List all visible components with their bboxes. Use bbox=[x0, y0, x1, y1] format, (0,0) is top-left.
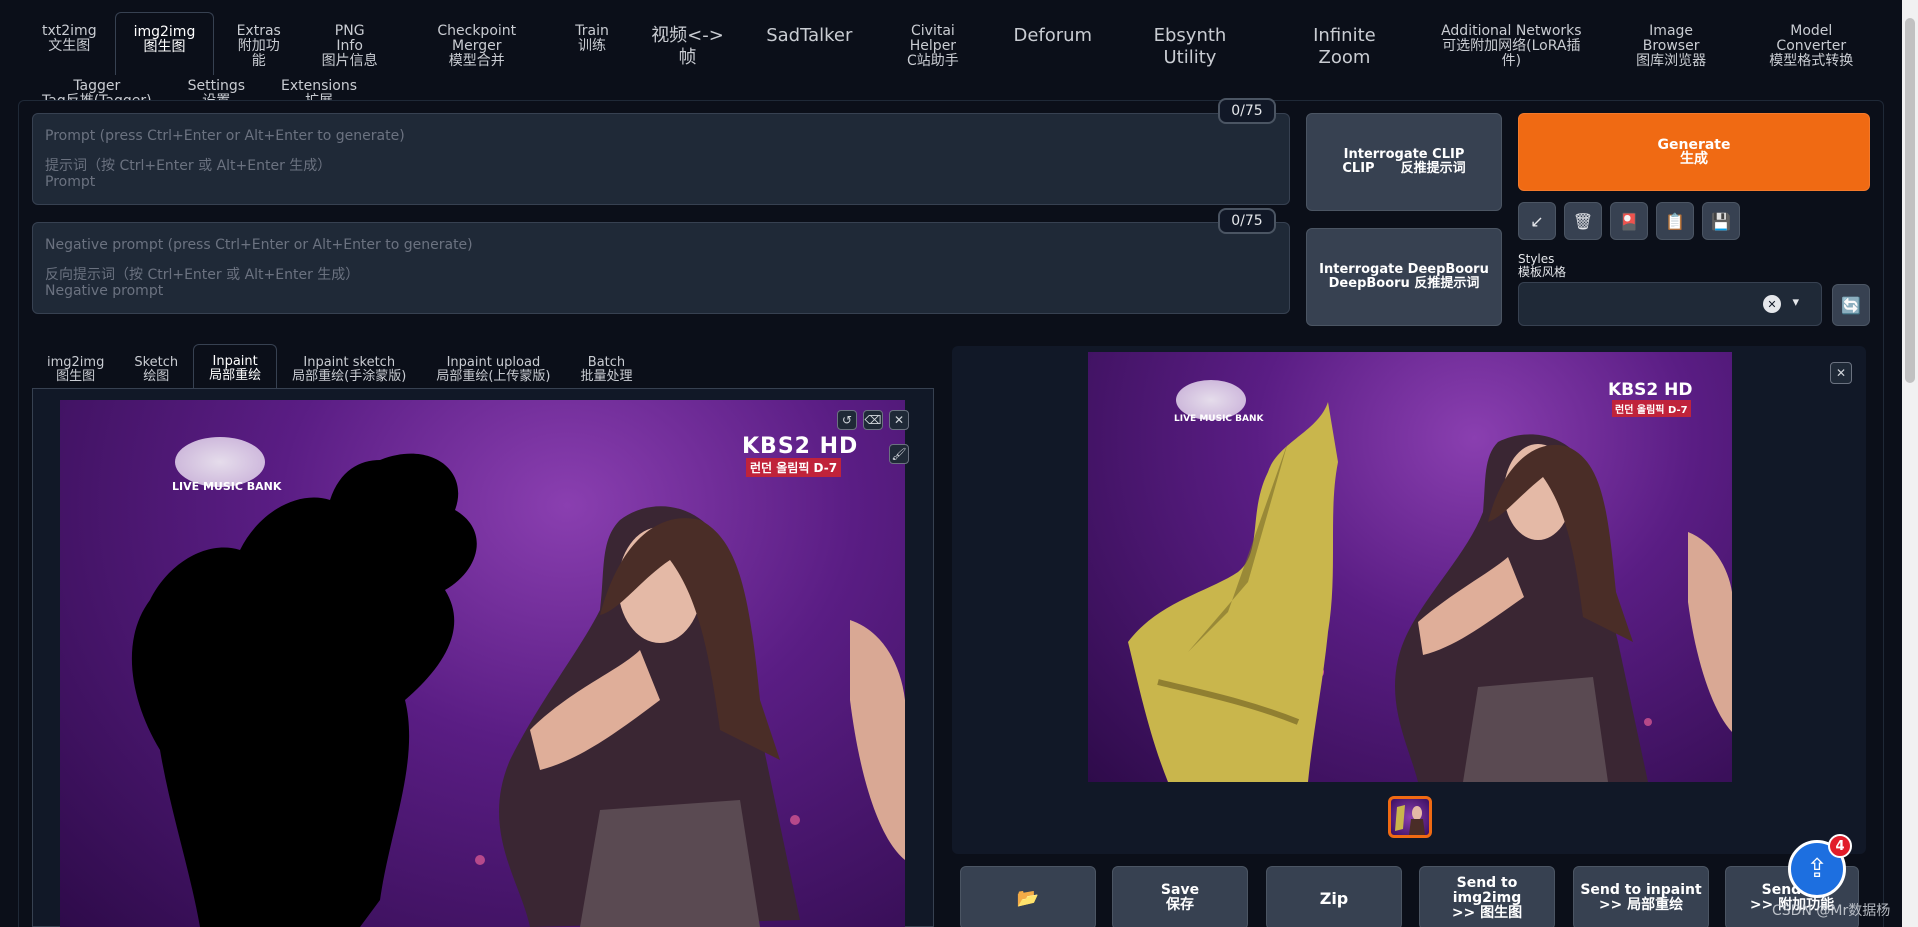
negative-prompt-token-counter: 0/75 bbox=[1218, 208, 1276, 234]
tab-additional-networks[interactable]: Additional Networks 可选附加网络(LoRA插件) bbox=[1419, 12, 1604, 75]
tab-model-converter[interactable]: Model Converter 模型格式转换 bbox=[1739, 12, 1884, 75]
output-olympic-banner: 런던 올림픽 D-7 bbox=[1612, 400, 1691, 417]
save-icon[interactable]: 💾 bbox=[1702, 202, 1740, 240]
clear-icon[interactable]: ✕ bbox=[1763, 295, 1781, 313]
open-folder-button[interactable]: 📂 bbox=[960, 866, 1096, 927]
negative-prompt-placeholder-cn: 反向提示词（按 Ctrl+Enter 或 Alt+Enter 生成） Negat… bbox=[45, 267, 360, 299]
styles-label: Styles 模板风格 bbox=[1518, 252, 1567, 279]
close-gallery-icon[interactable]: ✕ bbox=[1830, 362, 1852, 384]
negative-prompt-placeholder: Negative prompt (press Ctrl+Enter or Alt… bbox=[45, 237, 473, 253]
send-to-inpaint-button[interactable]: Send to inpaint >> 局部重绘 bbox=[1573, 866, 1709, 927]
tab-deforum[interactable]: Deforum bbox=[995, 12, 1110, 75]
brush-icon[interactable]: 🖌 bbox=[889, 444, 909, 464]
interrogate-deepbooru-button[interactable]: Interrogate DeepBooru DeepBooru 反推提示词 bbox=[1306, 228, 1502, 326]
output-thumbnail[interactable] bbox=[1388, 796, 1432, 838]
clipboard-icon[interactable]: 📋 bbox=[1656, 202, 1694, 240]
prompt-placeholder-cn: 提示词（按 Ctrl+Enter 或 Alt+Enter 生成） Prompt bbox=[45, 158, 332, 190]
save-button[interactable]: Save 保存 bbox=[1112, 866, 1248, 927]
tab-png-info[interactable]: PNG Info 图片信息 bbox=[303, 12, 396, 75]
tab-image-browser[interactable]: Image Browser 图库浏览器 bbox=[1604, 12, 1739, 75]
tab-infinite-zoom[interactable]: Infinite Zoom bbox=[1270, 12, 1419, 75]
tab-ebsynth-utility[interactable]: Ebsynth Utility bbox=[1110, 12, 1270, 75]
negative-prompt-input[interactable]: Negative prompt (press Ctrl+Enter or Alt… bbox=[32, 222, 1290, 314]
scrollbar-thumb[interactable] bbox=[1905, 18, 1915, 383]
close-icon[interactable]: ✕ bbox=[889, 410, 909, 430]
red-card-icon[interactable]: 🎴 bbox=[1610, 202, 1648, 240]
prompt-input[interactable]: Prompt (press Ctrl+Enter or Alt+Enter to… bbox=[32, 113, 1290, 205]
notification-badge: 4 bbox=[1828, 834, 1852, 858]
trash-icon[interactable]: 🗑 bbox=[1564, 202, 1602, 240]
arrow-icon[interactable]: ↙ bbox=[1518, 202, 1556, 240]
output-music-bank-text: LIVE MUSIC BANK bbox=[1174, 414, 1264, 424]
subtab-inpaint-upload[interactable]: Inpaint upload 局部重绘(上传蒙版) bbox=[421, 344, 565, 388]
prompt-placeholder: Prompt (press Ctrl+Enter or Alt+Enter to… bbox=[45, 128, 405, 144]
output-kbs-logo-text: KBS2 HD bbox=[1608, 380, 1693, 400]
kbs-logo-text: KBS2 HD bbox=[742, 434, 859, 459]
refresh-icon[interactable]: 🔄 bbox=[1832, 284, 1870, 326]
tab-civitai-helper[interactable]: Civitai Helper C站助手 bbox=[870, 12, 995, 75]
output-image[interactable]: LIVE MUSIC BANK KBS2 HD 런던 올림픽 D-7 bbox=[1088, 352, 1732, 782]
olympic-banner: 런던 올림픽 D-7 bbox=[746, 458, 842, 477]
music-bank-text: LIVE MUSIC BANK bbox=[172, 480, 282, 493]
thumbnail-scene bbox=[1395, 805, 1425, 835]
tab-sadtalker[interactable]: SadTalker bbox=[748, 12, 870, 75]
tab-extras[interactable]: Extras 附加功能 bbox=[214, 12, 303, 75]
tab-txt2img[interactable]: txt2img 文生图 bbox=[24, 12, 115, 75]
watermark: CSDN @Mr数据杨 bbox=[1772, 903, 1891, 919]
inpaint-canvas[interactable]: LIVE MUSIC BANK KBS2 HD 런던 올림픽 D-7 bbox=[60, 400, 905, 927]
eraser-icon[interactable]: ⌫ bbox=[863, 410, 883, 430]
tab-checkpoint-merger[interactable]: Checkpoint Merger 模型合并 bbox=[396, 12, 557, 75]
scrollbar-track[interactable] bbox=[1902, 0, 1918, 927]
chevron-down-icon: ▾ bbox=[1792, 295, 1799, 310]
subtab-sketch[interactable]: Sketch 绘图 bbox=[119, 344, 193, 388]
tab-video-frames[interactable]: 视频<->帧 bbox=[627, 12, 748, 75]
tab-train[interactable]: Train 训练 bbox=[557, 12, 627, 75]
tab-img2img[interactable]: img2img 图生图 bbox=[114, 12, 215, 75]
tab-row-1: txt2img 文生图 img2img 图生图 Extras 附加功能 PNG … bbox=[24, 12, 1884, 75]
inpaint-subtabs: img2img 图生图 Sketch 绘图 Inpaint 局部重绘 Inpai… bbox=[32, 344, 647, 388]
subtab-img2img[interactable]: img2img 图生图 bbox=[32, 344, 119, 388]
prompt-token-counter: 0/75 bbox=[1218, 98, 1276, 124]
zip-button[interactable]: Zip bbox=[1266, 866, 1402, 927]
undo-icon[interactable]: ↺ bbox=[837, 410, 857, 430]
styles-dropdown[interactable]: ✕ ▾ bbox=[1518, 282, 1822, 326]
generate-button[interactable]: Generate 生成 bbox=[1518, 113, 1870, 191]
interrogate-clip-button[interactable]: Interrogate CLIP CLIP 反推提示词 bbox=[1306, 113, 1502, 211]
subtab-inpaint[interactable]: Inpaint 局部重绘 bbox=[193, 344, 278, 388]
subtab-inpaint-sketch[interactable]: Inpaint sketch 局部重绘(手涂蒙版) bbox=[277, 344, 421, 388]
send-to-img2img-button[interactable]: Send to img2img >> 图生图 bbox=[1419, 866, 1555, 927]
subtab-batch[interactable]: Batch 批量处理 bbox=[565, 344, 647, 388]
